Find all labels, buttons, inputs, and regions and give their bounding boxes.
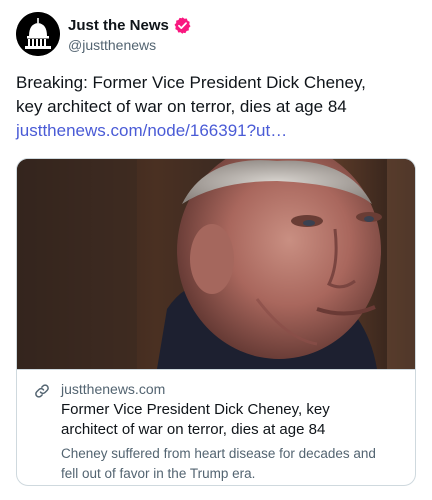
post-header: Just the News @justthenews — [16, 12, 416, 56]
card-image[interactable] — [17, 159, 415, 369]
author-display-name[interactable]: Just the News — [68, 17, 169, 34]
post-text-line: key architect of war on terror, dies at … — [16, 97, 347, 116]
card-domain: justthenews.com — [61, 381, 166, 397]
link-icon — [35, 384, 49, 398]
post-link[interactable]: justthenews.com/node/166391?ut… — [16, 119, 416, 143]
card-description-line: Cheney suffered from heart disease for d… — [61, 446, 376, 461]
card-title-line: Former Vice President Dick Cheney, key — [61, 401, 330, 418]
card-body[interactable]: justthenews.com Former Vice President Di… — [17, 369, 415, 485]
link-preview-card[interactable]: justthenews.com Former Vice President Di… — [16, 158, 416, 486]
author-handle[interactable]: @justthenews — [68, 37, 156, 53]
author-name-row: Just the News — [68, 14, 192, 36]
card-description: Cheney suffered from heart disease for d… — [61, 444, 406, 484]
card-title: Former Vice President Dick Cheney, key a… — [61, 400, 401, 440]
post-text: Breaking: Former Vice President Dick Che… — [16, 71, 416, 143]
card-title-line: architect of war on terror, dies at age … — [61, 421, 326, 438]
card-description-line: fell out of favor in the Trump era. — [61, 466, 256, 481]
capitol-dome-icon — [16, 12, 60, 56]
post-text-line: Breaking: Former Vice President Dick Che… — [16, 73, 366, 92]
verified-badge-icon — [174, 16, 191, 34]
author-avatar[interactable] — [16, 12, 60, 56]
portrait-photo-icon — [17, 159, 415, 369]
